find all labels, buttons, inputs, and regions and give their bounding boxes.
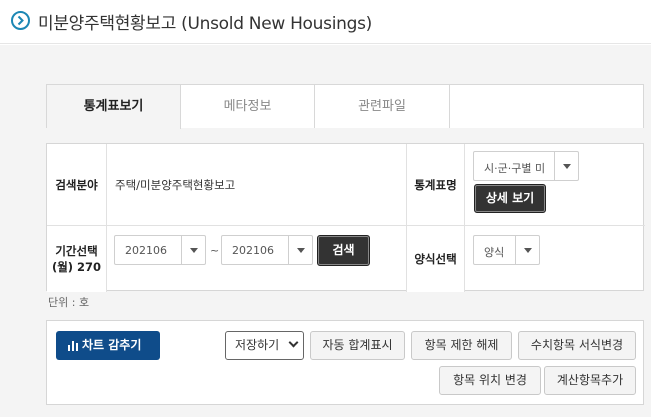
tab-stat-table[interactable]: 통계표보기 <box>47 85 181 129</box>
format-label: 양식선택 <box>407 226 465 292</box>
chevron-down-icon <box>288 337 299 348</box>
unit-text: 단위 : 호 <box>48 296 90 309</box>
search-field-value: 주택/미분양주택현황보고 <box>115 178 236 192</box>
page-header: 미분양주택현황보고 (Unsold New Housings) <box>0 0 651 44</box>
calc-item-add-button[interactable]: 계산항목추가 <box>544 366 636 395</box>
bar-chart-icon <box>67 339 79 351</box>
chevron-down-icon <box>554 152 578 180</box>
stat-name-cell: 시·군·구별 미 상세 보기 <box>465 144 645 226</box>
numeric-format-change-button[interactable]: 수치항목 서식변경 <box>518 331 636 360</box>
save-select[interactable]: 저장하기 <box>225 331 304 360</box>
search-field-label: 검색분야 <box>47 144 107 226</box>
item-position-change-button[interactable]: 항목 위치 변경 <box>439 366 541 395</box>
period-separator: ~ <box>210 244 220 257</box>
stat-table-select-value: 시·군·구별 미 <box>484 162 546 175</box>
period-start-select[interactable]: 202106 <box>114 235 206 265</box>
chevron-down-icon <box>515 236 539 264</box>
format-cell: 양식 <box>465 226 645 292</box>
period-end-value: 202106 <box>232 244 274 257</box>
stat-name-label: 통계표명 <box>407 144 465 226</box>
chevron-right-circle-icon <box>11 11 30 30</box>
auto-sum-button[interactable]: 자동 합계표시 <box>310 331 405 360</box>
format-select-value: 양식 <box>484 246 505 259</box>
chevron-down-icon <box>288 236 312 264</box>
main-content: 통계표보기 메타정보 관련파일 검색분야 주택/미분양주택현황보고 통계표명 시… <box>0 45 651 417</box>
period-cell: 202106 ~ 202106 검색 <box>107 226 407 292</box>
save-select-label: 저장하기 <box>235 338 280 352</box>
period-label: 기간선택 (월) 270 <box>47 226 107 292</box>
item-limit-release-button[interactable]: 항목 제한 해제 <box>411 331 512 360</box>
period-end-select[interactable]: 202106 <box>221 235 313 265</box>
chevron-down-icon <box>181 236 205 264</box>
tab-related-files[interactable]: 관련파일 <box>315 85 450 128</box>
chart-toggle-button[interactable]: 차트 감추기 <box>56 331 160 360</box>
toolbar: 차트 감추기 저장하기 자동 합계표시 항목 제한 해제 수치항목 서식변경 항… <box>46 320 644 405</box>
page-title: 미분양주택현황보고 (Unsold New Housings) <box>38 14 372 34</box>
format-select[interactable]: 양식 <box>473 235 540 265</box>
period-start-value: 202106 <box>125 244 167 257</box>
period-label-text: 기간선택 (월) 270 <box>51 244 102 274</box>
search-panel: 검색분야 주택/미분양주택현황보고 통계표명 시·군·구별 미 상세 보기 기간… <box>46 143 645 292</box>
stat-table-select[interactable]: 시·군·구별 미 <box>473 151 579 181</box>
tab-bar: 통계표보기 메타정보 관련파일 <box>46 84 644 129</box>
chart-toggle-label: 차트 감추기 <box>82 338 142 352</box>
search-field-cell: 주택/미분양주택현황보고 <box>107 144 407 226</box>
tab-meta-info[interactable]: 메타정보 <box>181 85 315 128</box>
search-button[interactable]: 검색 <box>317 235 370 266</box>
detail-view-button[interactable]: 상세 보기 <box>474 184 546 213</box>
